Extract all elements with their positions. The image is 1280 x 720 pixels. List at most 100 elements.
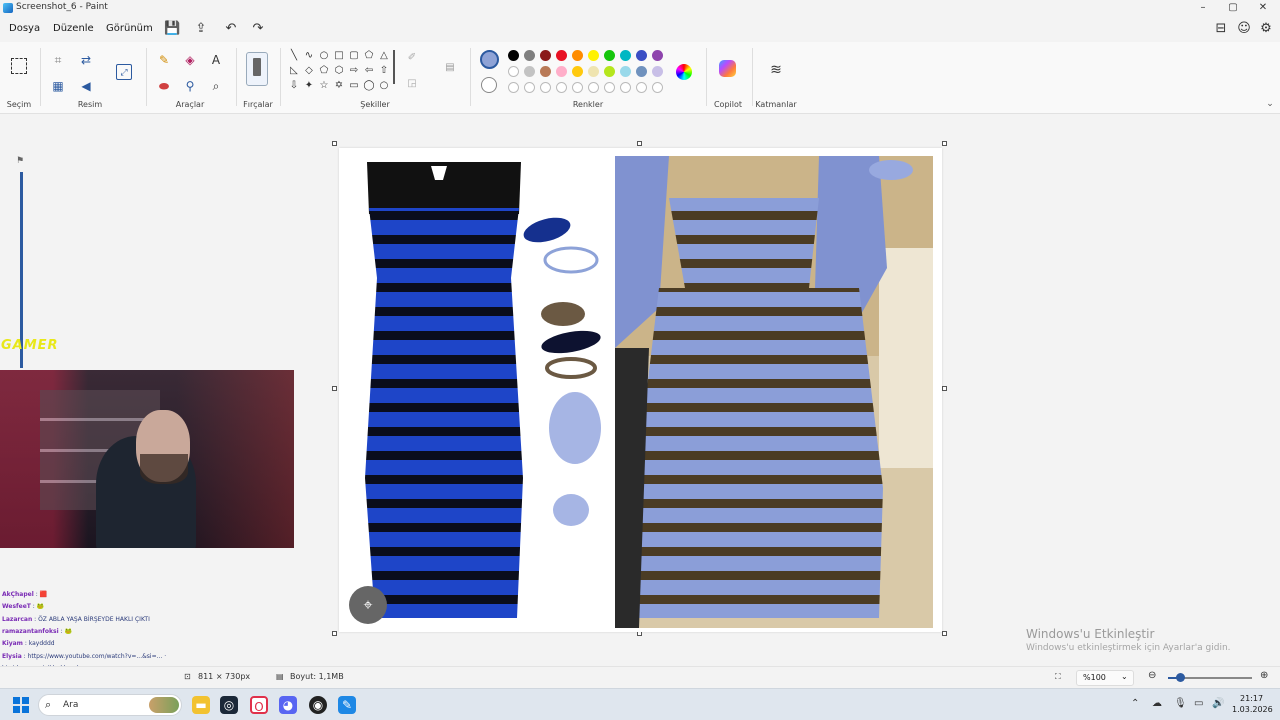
hexagon-shape-icon[interactable]: ⬡ xyxy=(333,65,345,77)
discord-icon[interactable]: ◕ xyxy=(279,696,297,714)
color-swatch[interactable] xyxy=(636,66,647,77)
resize-handle[interactable] xyxy=(637,141,642,146)
right-arrow-shape-icon[interactable]: ⇨ xyxy=(348,65,360,77)
color-swatch[interactable] xyxy=(556,66,567,77)
chevron-up-icon[interactable]: ⌃ xyxy=(1131,698,1139,709)
resize-handle[interactable] xyxy=(942,386,947,391)
image-adjust-icon[interactable]: ⤢ xyxy=(116,64,132,80)
paint-taskbar-icon[interactable]: ✎ xyxy=(338,696,356,714)
obs-icon[interactable]: ◉ xyxy=(309,696,327,714)
outline-icon[interactable]: ✐ xyxy=(406,52,418,64)
zoom-in-icon[interactable]: ⊕ xyxy=(1260,670,1268,681)
color-swatch[interactable] xyxy=(508,50,519,61)
custom-color-slot[interactable] xyxy=(620,82,631,93)
shape-text-icon[interactable]: ▤ xyxy=(442,60,458,76)
paint-canvas[interactable]: ⌖ xyxy=(339,148,942,632)
start-button[interactable] xyxy=(13,697,29,713)
share-icon[interactable]: ⇪ xyxy=(193,21,209,37)
oval-shape-icon[interactable]: ○ xyxy=(318,50,330,62)
shapes-scroll[interactable] xyxy=(393,50,395,84)
color-swatch[interactable] xyxy=(572,50,583,61)
custom-color-slot[interactable] xyxy=(588,82,599,93)
magnifier-icon[interactable]: ⌕ xyxy=(208,78,224,94)
zoom-level-select[interactable]: %100 ⌄ xyxy=(1076,670,1134,686)
menu-file[interactable]: Dosya xyxy=(9,23,40,34)
steam-icon[interactable]: ◎ xyxy=(220,696,238,714)
maximize-button[interactable]: ▢ xyxy=(1226,1,1240,15)
color-swatch[interactable] xyxy=(540,66,551,77)
color-swatch[interactable] xyxy=(556,50,567,61)
clock-time[interactable]: 21:17 xyxy=(1240,694,1263,703)
color-swatch[interactable] xyxy=(572,66,583,77)
callout-oval-shape-icon[interactable]: ◯ xyxy=(363,80,375,92)
chevron-down-icon[interactable]: ⌄ xyxy=(1262,96,1278,112)
clock-date[interactable]: 1.03.2026 xyxy=(1232,705,1273,714)
feedback-icon[interactable]: ⊟ xyxy=(1213,21,1229,37)
brushes-icon[interactable] xyxy=(246,52,268,86)
layers-icon[interactable]: ≋ xyxy=(768,62,784,78)
volume-icon[interactable]: 🔊 xyxy=(1212,698,1224,709)
select-tool[interactable] xyxy=(11,58,27,74)
resize-handle[interactable] xyxy=(332,386,337,391)
settings-icon[interactable]: ⚙ xyxy=(1258,21,1274,37)
color-swatch[interactable] xyxy=(620,50,631,61)
edit-colors-icon[interactable] xyxy=(676,64,692,80)
diamond-shape-icon[interactable]: ◇ xyxy=(303,65,315,77)
account-icon[interactable]: ☺ xyxy=(1236,21,1252,37)
custom-color-slot[interactable] xyxy=(652,82,663,93)
zoom-out-icon[interactable]: ⊖ xyxy=(1148,670,1156,681)
fill-style-icon[interactable]: ◲ xyxy=(406,78,418,90)
secondary-color-swatch[interactable] xyxy=(481,77,497,93)
taskbar-search[interactable]: ⌕ Ara xyxy=(38,694,182,716)
pentagon-shape-icon[interactable]: ⬠ xyxy=(318,65,330,77)
color-swatch[interactable] xyxy=(604,66,615,77)
down-arrow-shape-icon[interactable]: ⇩ xyxy=(288,80,300,92)
wifi-icon[interactable]: ▭ xyxy=(1194,698,1203,709)
file-explorer-icon[interactable]: ▬ xyxy=(192,696,210,714)
fill-icon[interactable]: ◈ xyxy=(182,52,198,68)
resize-handle[interactable] xyxy=(332,631,337,636)
text-icon[interactable]: A xyxy=(208,52,224,68)
rectangle-shape-icon[interactable]: □ xyxy=(333,50,345,62)
custom-color-slot[interactable] xyxy=(524,82,535,93)
save-icon[interactable]: 💾 xyxy=(164,21,180,37)
pencil-icon[interactable]: ✎ xyxy=(156,52,172,68)
callout-rect-shape-icon[interactable]: ▭ xyxy=(348,80,360,92)
menu-edit[interactable]: Düzenle xyxy=(53,23,94,34)
copilot-icon[interactable] xyxy=(719,60,736,77)
zoom-slider-thumb[interactable] xyxy=(1176,673,1185,682)
fit-to-window-icon[interactable]: ⛶ xyxy=(1055,672,1061,682)
close-button[interactable]: ✕ xyxy=(1256,1,1270,15)
resize-handle[interactable] xyxy=(942,631,947,636)
visual-search-icon[interactable]: ⌖ xyxy=(349,586,387,624)
five-star-shape-icon[interactable]: ☆ xyxy=(318,80,330,92)
callout-cloud-shape-icon[interactable]: ○ xyxy=(378,80,390,92)
select-all-icon[interactable]: ▦ xyxy=(50,78,66,94)
color-swatch[interactable] xyxy=(524,50,535,61)
undo-icon[interactable]: ↶ xyxy=(223,21,239,37)
color-swatch[interactable] xyxy=(636,50,647,61)
menu-view[interactable]: Görünüm xyxy=(106,23,153,34)
minimize-button[interactable]: – xyxy=(1196,1,1210,15)
resize-handle[interactable] xyxy=(942,141,947,146)
curve-shape-icon[interactable]: ∿ xyxy=(303,50,315,62)
four-star-shape-icon[interactable]: ✦ xyxy=(303,80,315,92)
color-swatch[interactable] xyxy=(588,66,599,77)
six-star-shape-icon[interactable]: ✡ xyxy=(333,80,345,92)
microphone-icon[interactable]: 🎙 xyxy=(1174,698,1187,709)
triangle-shape-icon[interactable]: △ xyxy=(378,50,390,62)
redo-icon[interactable]: ↷ xyxy=(250,21,266,37)
custom-color-slot[interactable] xyxy=(540,82,551,93)
color-swatch[interactable] xyxy=(652,50,663,61)
opera-gx-icon[interactable]: O xyxy=(250,696,268,714)
primary-color-swatch[interactable] xyxy=(480,50,499,69)
left-arrow-shape-icon[interactable]: ⇦ xyxy=(363,65,375,77)
custom-color-slot[interactable] xyxy=(508,82,519,93)
color-swatch[interactable] xyxy=(604,50,615,61)
eraser-icon[interactable]: ⬬ xyxy=(156,78,172,94)
right-triangle-shape-icon[interactable]: ◺ xyxy=(288,65,300,77)
custom-color-slot[interactable] xyxy=(556,82,567,93)
resize-handle[interactable] xyxy=(332,141,337,146)
custom-color-slot[interactable] xyxy=(604,82,615,93)
color-swatch[interactable] xyxy=(540,50,551,61)
